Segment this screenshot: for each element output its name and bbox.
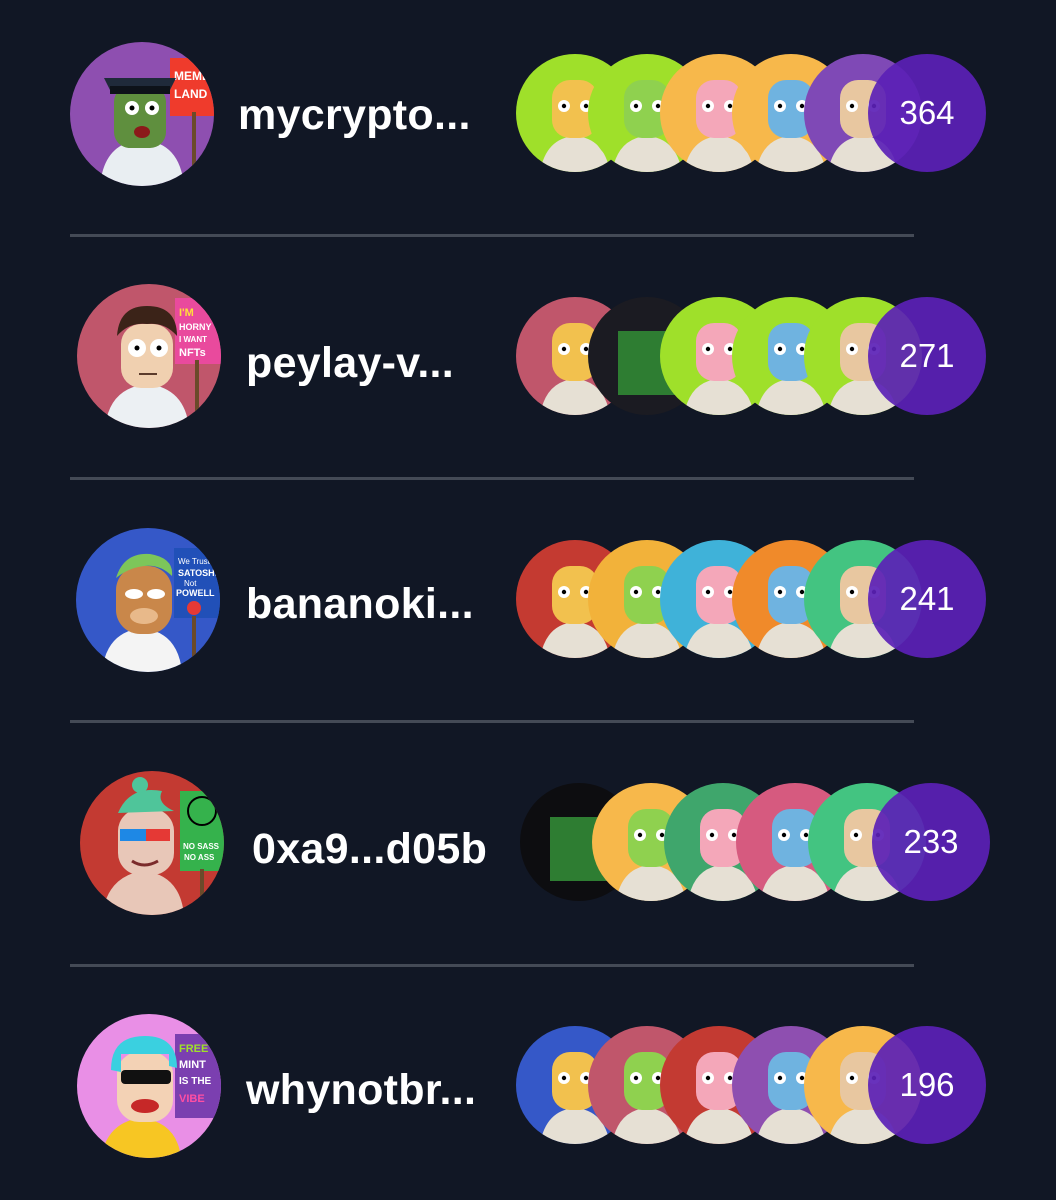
row-divider — [70, 477, 914, 480]
svg-text:IS THE: IS THE — [179, 1076, 212, 1087]
holder-username[interactable]: bananoki... — [246, 579, 474, 629]
holder-avatar[interactable]: I'M HORNY I WANT NFTs — [77, 284, 221, 428]
svg-text:NFTs: NFTs — [179, 347, 206, 359]
sign-lettering: We Trust — [178, 557, 211, 566]
holder-avatar[interactable]: We Trust SATOSHI Not POWELL — [76, 528, 220, 672]
svg-text:NO ASS: NO ASS — [184, 853, 215, 862]
nft-count-badge[interactable]: 196 — [868, 1026, 986, 1144]
svg-text:POWELL: POWELL — [176, 588, 215, 598]
svg-text:Not: Not — [184, 579, 197, 588]
row-divider — [70, 234, 914, 237]
sign-lettering: FREE — [179, 1043, 208, 1055]
holder-username[interactable]: whynotbr... — [246, 1065, 476, 1115]
holders-leaderboard: MEME LAND mycrypto... 364 I'M HORNY I WA… — [0, 0, 1056, 1200]
holder-row[interactable]: I'M HORNY I WANT NFTs peylay-v... 271 — [0, 243, 1056, 486]
sign-lettering: NO SASS — [183, 842, 220, 851]
nft-count-badge[interactable]: 233 — [872, 783, 990, 901]
holder-username[interactable]: peylay-v... — [246, 338, 454, 388]
svg-text:I WANT: I WANT — [179, 335, 207, 344]
nft-count-badge[interactable]: 364 — [868, 54, 986, 172]
sign-lettering: I'M — [179, 307, 194, 319]
svg-text:MINT: MINT — [179, 1059, 206, 1071]
holder-row[interactable]: We Trust SATOSHI Not POWELL bananoki... … — [0, 486, 1056, 729]
svg-text:VIBE: VIBE — [179, 1093, 205, 1105]
holder-row[interactable]: NO SASS NO ASS 0xa9...d05b 233 — [0, 729, 1056, 972]
holder-username[interactable]: mycrypto... — [238, 90, 471, 140]
holder-row[interactable]: FREE MINT IS THE VIBE whynotbr... 196 — [0, 972, 1056, 1200]
sign-lettering: MEME — [174, 69, 210, 83]
svg-text:SATOSHI: SATOSHI — [178, 568, 217, 578]
svg-text:LAND: LAND — [174, 87, 208, 101]
row-divider — [70, 964, 914, 967]
holder-avatar[interactable]: FREE MINT IS THE VIBE — [77, 1014, 221, 1158]
holder-username[interactable]: 0xa9...d05b — [252, 824, 487, 874]
svg-text:HORNY: HORNY — [179, 322, 212, 332]
holder-row[interactable]: MEME LAND mycrypto... 364 — [0, 0, 1056, 243]
nft-count-badge[interactable]: 241 — [868, 540, 986, 658]
row-divider — [70, 720, 914, 723]
nft-count-badge[interactable]: 271 — [868, 297, 986, 415]
holder-avatar[interactable]: NO SASS NO ASS — [80, 771, 224, 915]
holder-avatar[interactable]: MEME LAND — [70, 42, 214, 186]
